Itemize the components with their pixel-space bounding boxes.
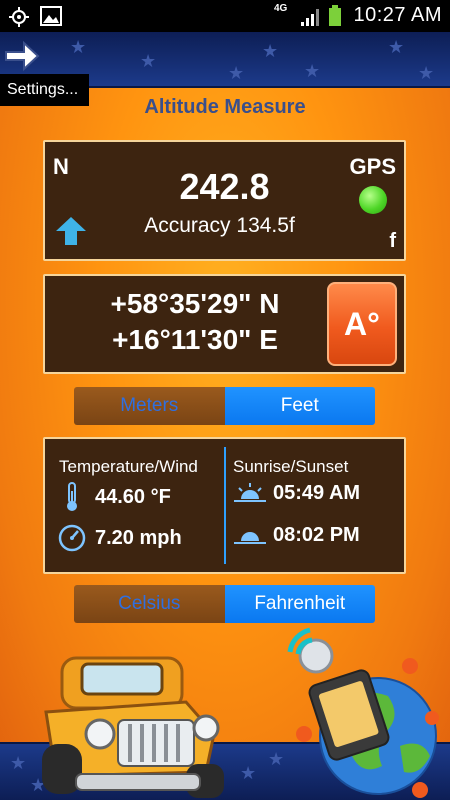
gauge-icon xyxy=(55,523,89,553)
coordinates-display: +58°35'29" N +16°11'30" E xyxy=(75,286,315,358)
temperature-unit-toggle: Celsius Fahrenheit xyxy=(74,585,375,623)
status-bar: 4G 10:27 AM xyxy=(0,0,450,32)
temperature-wind-section: Temperature/Wind 44.60 °F 7.20 mph xyxy=(45,439,223,572)
thermometer-icon xyxy=(55,481,89,513)
network-type-label: 4G xyxy=(274,3,288,14)
sunrise-row: 05:49 AM xyxy=(233,481,360,505)
wind-row: 7.20 mph xyxy=(55,523,182,553)
app-screen: ★ ★ ★ ★ ★ ★ ★ Settings... Altitude Measu… xyxy=(0,32,450,800)
clock-time: 10:27 AM xyxy=(353,4,442,26)
app-title: Altitude Measure xyxy=(144,96,306,118)
sunset-row: 08:02 PM xyxy=(233,523,360,547)
up-arrow-icon xyxy=(55,216,87,251)
fahrenheit-option[interactable]: Fahrenheit xyxy=(224,585,375,623)
jeep-illustration-icon xyxy=(36,624,236,800)
sunrise-icon xyxy=(233,481,267,505)
sunrise-time: 05:49 AM xyxy=(273,481,361,504)
battery-icon xyxy=(328,5,342,32)
coordinates-panel: +58°35'29" N +16°11'30" E A° xyxy=(43,274,406,374)
weather-panel: Temperature/Wind 44.60 °F 7.20 mph Sunri… xyxy=(43,437,406,574)
meters-option[interactable]: Meters xyxy=(74,387,225,425)
feet-option[interactable]: Feet xyxy=(224,387,375,425)
latitude-value: +58°35'29" N xyxy=(110,288,280,319)
sunrise-sunset-section: Sunrise/Sunset 05:49 AM 08:02 PM xyxy=(227,439,406,572)
accuracy-text: Accuracy 134.5f xyxy=(144,214,295,237)
altitude-panel: N GPS 242.8 Accuracy 134.5f f xyxy=(43,140,406,261)
temperature-value: 44.60 °F xyxy=(95,485,171,508)
distance-unit-toggle: Meters Feet xyxy=(74,387,375,425)
unit-label: f xyxy=(389,230,396,252)
altitude-value: 242.8 xyxy=(179,166,270,207)
settings-arrow-icon[interactable] xyxy=(4,40,40,77)
temperature-wind-title: Temperature/Wind xyxy=(59,457,198,476)
gps-icon xyxy=(8,6,30,33)
sunrise-sunset-title: Sunrise/Sunset xyxy=(233,457,349,476)
section-divider xyxy=(224,447,226,564)
globe-gps-illustration-icon xyxy=(282,626,446,800)
signal-icon xyxy=(300,7,322,32)
gallery-icon xyxy=(40,6,62,31)
temperature-row: 44.60 °F xyxy=(55,481,171,513)
sunset-icon xyxy=(233,523,267,547)
longitude-value: +16°11'30" E xyxy=(112,324,278,355)
wind-value: 7.20 mph xyxy=(95,526,182,549)
celsius-option[interactable]: Celsius xyxy=(74,585,225,623)
coordinate-format-button[interactable]: A° xyxy=(327,282,397,366)
sunset-time: 08:02 PM xyxy=(273,523,360,546)
